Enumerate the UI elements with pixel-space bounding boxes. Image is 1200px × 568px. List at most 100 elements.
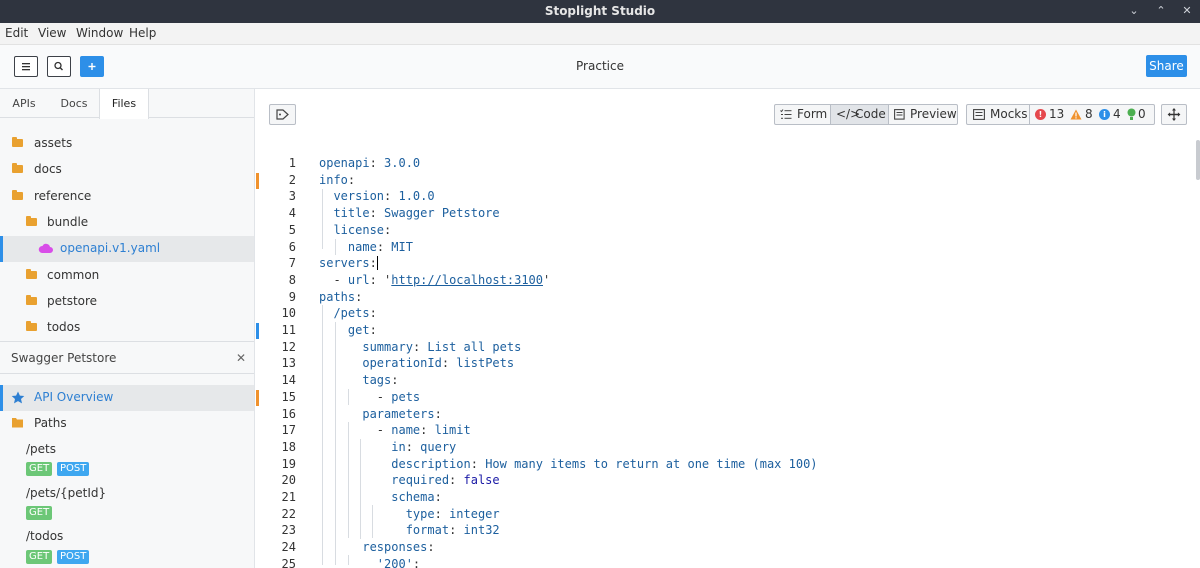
folder-icon [26, 321, 37, 331]
maximize-icon[interactable]: ⌃ [1154, 4, 1168, 18]
code-line: 12 summary: List all pets [281, 339, 522, 354]
tree-item-assets[interactable]: assets [0, 131, 254, 157]
minimize-icon[interactable]: ⌄ [1127, 4, 1141, 18]
close-window-icon[interactable]: ✕ [1180, 4, 1194, 18]
tree-item-label: docs [34, 162, 62, 176]
error-icon: ! [1035, 109, 1046, 120]
folder-open-icon [12, 418, 23, 428]
tree-item-label: todos [47, 320, 81, 334]
view-mode-switch: Form </> Code Preview [774, 104, 958, 125]
tree-item-label: openapi.v1.yaml [60, 241, 161, 255]
menu-window[interactable]: Window [76, 26, 123, 40]
window-title: Stoplight Studio [544, 4, 656, 18]
tree-item-openapi-v1-yaml[interactable]: openapi.v1.yaml [0, 236, 254, 262]
tree-item-label: reference [34, 189, 92, 203]
code-line: 25 '200': [281, 556, 421, 568]
method-badge-post[interactable]: POST [57, 550, 90, 564]
method-badge-get[interactable]: GET [26, 550, 53, 564]
preview-mode-button[interactable]: Preview [889, 105, 957, 124]
code-mode-button[interactable]: </> Code [831, 105, 888, 124]
preview-mode-label: Preview [910, 107, 957, 121]
mocks-button[interactable]: Mocks [967, 105, 1029, 124]
tree-item-docs[interactable]: docs [0, 157, 254, 183]
project-title: Practice [576, 59, 624, 73]
code-line: 24 responses: [281, 540, 435, 555]
code-line: 9 paths: [288, 289, 363, 304]
form-mode-button[interactable]: Form [775, 105, 830, 124]
info-count: 4 [1113, 107, 1121, 121]
method-badge-post[interactable]: POST [57, 462, 90, 476]
cloud-icon [38, 243, 53, 253]
fullscreen-button[interactable] [1161, 104, 1187, 125]
hint-count: 0 [1138, 107, 1146, 121]
hint-icon [1127, 108, 1136, 120]
tree-item-todos[interactable]: todos [0, 315, 254, 341]
tags-button[interactable] [269, 104, 296, 125]
top-toolbar: Practice Share [0, 45, 1200, 89]
window-titlebar: Stoplight Studio ⌄ ⌃ ✕ [0, 0, 1200, 23]
code-line: 18 in: query [281, 439, 457, 454]
folder-icon [26, 269, 37, 279]
info-icon: i [1099, 109, 1110, 120]
code-line: 16 parameters: [281, 406, 442, 421]
form-mode-label: Form [797, 107, 828, 121]
folder-icon [12, 137, 23, 147]
tree-item-common[interactable]: common [0, 263, 254, 289]
tree-item-petstore[interactable]: petstore [0, 289, 254, 315]
tree-item-label: bundle [47, 215, 89, 229]
tree-item-label: assets [34, 136, 73, 150]
folder-icon [26, 295, 37, 305]
menu-edit[interactable]: Edit [5, 26, 28, 40]
path-label[interactable]: /pets [26, 442, 56, 456]
tree-item-bundle[interactable]: bundle [0, 210, 254, 236]
divider [0, 341, 254, 342]
code-line: 5 license: [288, 222, 392, 237]
folder-icon [12, 163, 23, 173]
nav-paths[interactable]: Paths [0, 411, 254, 437]
nav-api-overview[interactable]: API Overview [0, 385, 254, 411]
tab-files[interactable]: Files [99, 89, 149, 119]
path-label[interactable]: /todos [26, 529, 63, 543]
server-url-link[interactable]: http://localhost:3100 [391, 273, 543, 287]
list-icon [780, 109, 792, 119]
selection-indicator [0, 385, 3, 411]
tab-apis[interactable]: APIs [0, 89, 48, 118]
code-line: 13 operationId: listPets [281, 356, 515, 371]
code-line: 10 /pets: [281, 306, 377, 321]
code-line: 14 tags: [281, 373, 399, 388]
code-line: 2 info: [288, 172, 356, 187]
code-line: 3 version: 1.0.0 [288, 189, 435, 204]
warning-icon [1070, 109, 1082, 120]
menu-bar: Edit View Window Help [0, 23, 1200, 45]
selection-indicator [0, 236, 3, 262]
divider [0, 373, 254, 374]
code-line: 17 - name: limit [281, 423, 471, 438]
code-line: 8 - url: 'http://localhost:3100' [288, 272, 551, 287]
sidebar: APIs Docs Files assets docs reference bu… [0, 89, 255, 568]
mocks-label: Mocks [990, 107, 1028, 121]
tree-item-reference[interactable]: reference [0, 184, 254, 210]
diagnostics-button[interactable]: ! 13 8 i 4 0 [1030, 105, 1154, 124]
method-badge-get[interactable]: GET [26, 462, 53, 476]
nav-label: API Overview [34, 390, 114, 404]
text-cursor [376, 256, 386, 271]
method-badge-get[interactable]: GET [26, 506, 53, 520]
code-line: 21 schema: [281, 490, 442, 504]
menu-help[interactable]: Help [129, 26, 156, 40]
folder-open-icon [12, 190, 23, 200]
path-label[interactable]: /pets/{petId} [26, 486, 106, 500]
tag-icon [276, 109, 289, 120]
code-line: 11 get: [281, 323, 377, 337]
star-icon [11, 391, 25, 404]
code-line: 4 title: Swagger Petstore [288, 206, 500, 221]
mocks-diagnostics-bar: Mocks ! 13 8 i 4 0 [966, 104, 1155, 125]
close-icon[interactable]: ✕ [236, 351, 246, 365]
code-line: 22 type: integer [281, 506, 500, 521]
tab-docs[interactable]: Docs [48, 89, 100, 118]
error-count: 13 [1049, 107, 1065, 121]
menu-view[interactable]: View [38, 26, 66, 40]
vertical-scrollbar[interactable] [1196, 140, 1200, 180]
code-line: 1 openapi: 3.0.0 [288, 156, 421, 170]
tree-item-label: petstore [47, 294, 98, 308]
share-button[interactable]: Share [1146, 55, 1187, 77]
